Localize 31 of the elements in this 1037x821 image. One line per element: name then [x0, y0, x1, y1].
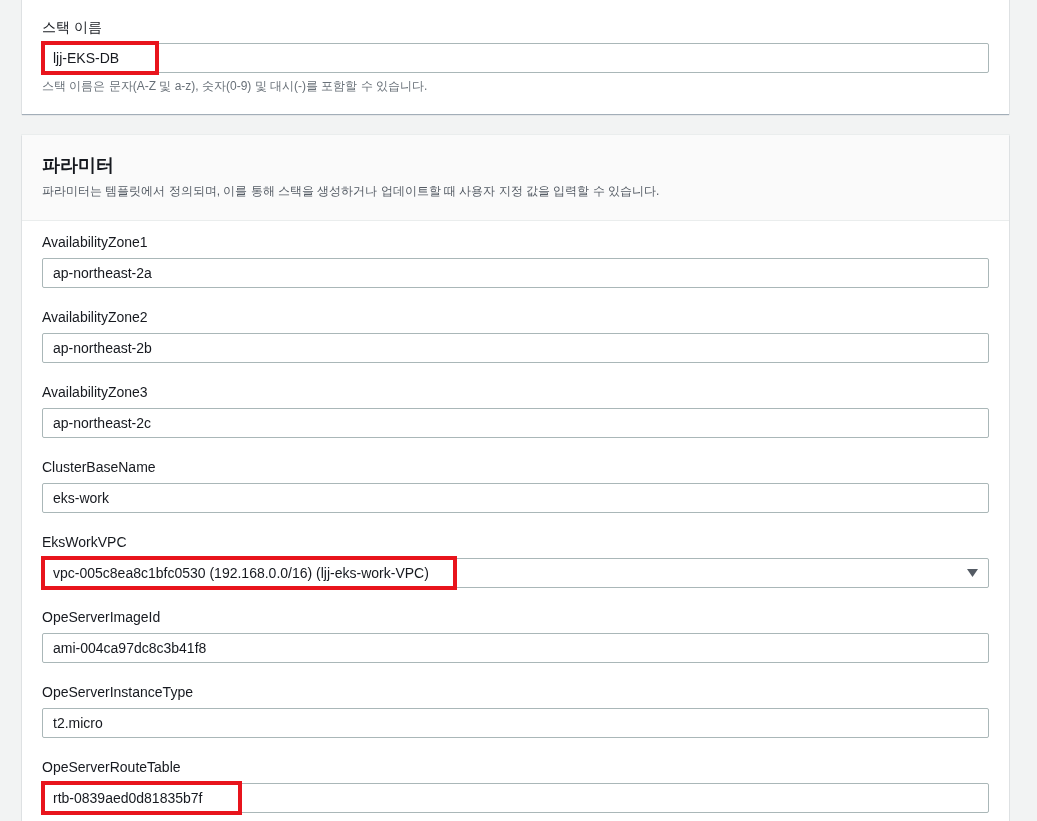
input-field[interactable]: ami-004ca97dc8c3b41f8	[42, 633, 989, 663]
select-field[interactable]: vpc-005c8ea8c1bfc0530 (192.168.0.0/16) (ljj-eks-work-VPC)	[42, 558, 989, 588]
input-field[interactable]: ap-northeast-2a	[42, 258, 989, 288]
field-label: OpeServerImageId	[42, 608, 162, 626]
section-title: 파라미터	[42, 154, 115, 177]
input-field[interactable]: rtb-0839aed0d81835b7f	[42, 783, 989, 813]
field-hint: 스택 이름은 문자(A-Z 및 a-z), 숫자(0-9) 및 대시(-)를 포함할 수 있습니다.	[42, 78, 429, 95]
field-value: vpc-005c8ea8c1bfc0530 (192.168.0.0/16) (ljj-eks-work-VPC)	[53, 565, 429, 581]
field-label: 스택 이름	[42, 18, 103, 36]
input-field[interactable]: eks-work	[42, 483, 989, 513]
field-value: t2.micro	[53, 715, 103, 731]
field-label: AvailabilityZone2	[42, 308, 149, 326]
caret-icon	[967, 569, 978, 577]
input-field[interactable]: ap-northeast-2c	[42, 408, 989, 438]
field-label: ClusterBaseName	[42, 458, 157, 476]
field-label: OpeServerInstanceType	[42, 683, 194, 701]
field-value: rtb-0839aed0d81835b7f	[53, 790, 203, 806]
field-label: EksWorkVPC	[42, 533, 128, 551]
field-value: ap-northeast-2a	[53, 265, 152, 281]
field-value: ap-northeast-2c	[53, 415, 152, 431]
field-label: AvailabilityZone1	[42, 233, 149, 251]
input-field[interactable]: ljj-EKS-DB	[42, 43, 989, 73]
field-value: eks-work	[53, 490, 109, 506]
field-value: ami-004ca97dc8c3b41f8	[53, 640, 207, 656]
field-value: ap-northeast-2b	[53, 340, 152, 356]
field-label: OpeServerRouteTable	[42, 758, 182, 776]
section-description: 파라미터는 템플릿에서 정의되며, 이를 통해 스택을 생성하거나 업데이트할 때 사용자 지정 값을 입력할 수 있습니다.	[42, 183, 661, 200]
input-field[interactable]: ap-northeast-2b	[42, 333, 989, 363]
input-field[interactable]: t2.micro	[42, 708, 989, 738]
field-value: ljj-EKS-DB	[53, 50, 120, 66]
field-label: AvailabilityZone3	[42, 383, 149, 401]
